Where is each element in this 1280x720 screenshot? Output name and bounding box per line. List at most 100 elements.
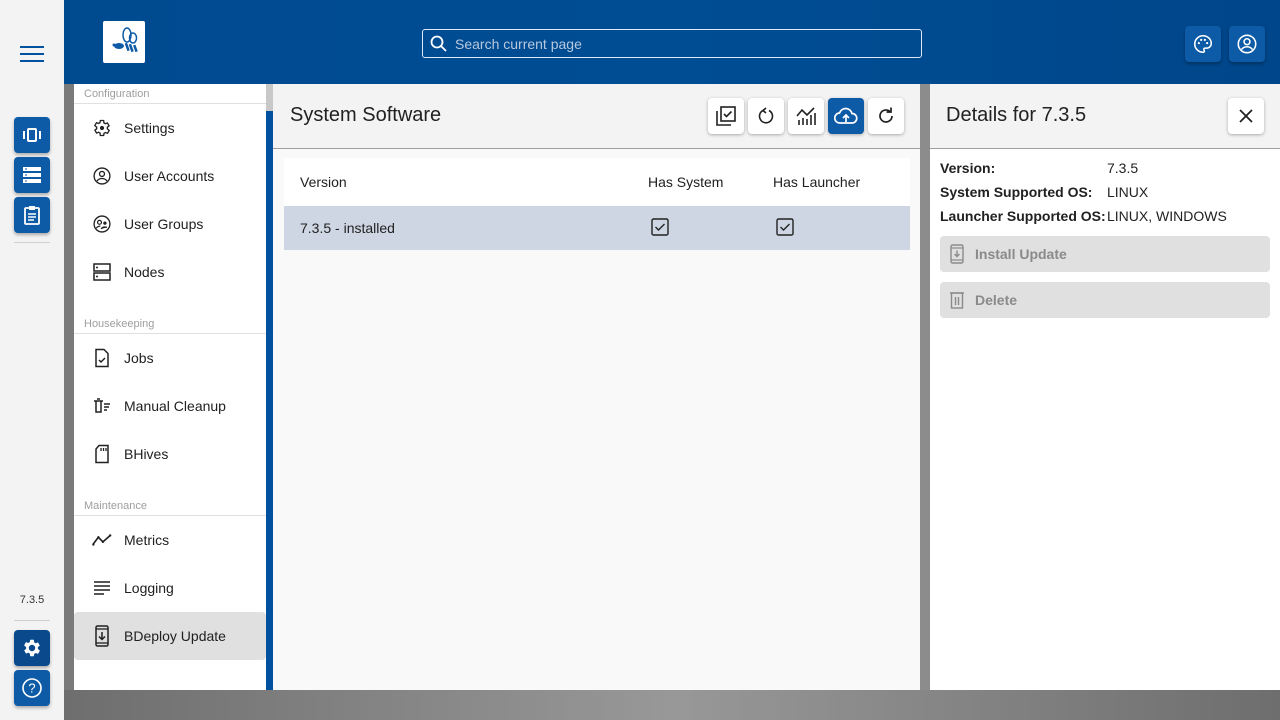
cell-has-system [648, 217, 773, 239]
task-icon [92, 348, 112, 368]
nodes-icon [92, 262, 112, 282]
nav-item-label: Metrics [124, 532, 170, 548]
scrollbar-thumb[interactable] [266, 84, 273, 111]
upload-cloud-icon [834, 107, 858, 124]
backdrop-bottom [64, 690, 1280, 720]
detail-label: System Supported OS: [940, 184, 1093, 200]
system-update-icon [949, 244, 967, 264]
logging-icon [92, 578, 112, 598]
nav-item-label: User Groups [124, 216, 204, 232]
install-update-button[interactable]: Install Update [940, 236, 1270, 272]
left-rail: 7.3.5 ? [0, 0, 64, 720]
versions-table: Version Has System Has Launcher 7.3.5 - … [284, 158, 910, 250]
nav-item-bdeploy-update[interactable]: BDeploy Update [74, 612, 266, 660]
detail-value: 7.3.5 [1107, 160, 1139, 176]
admin-nav: Configuration Settings User Accounts Use… [74, 84, 266, 690]
nav-item-label: Nodes [124, 264, 165, 280]
metrics-icon [796, 107, 816, 125]
nav-item-logging[interactable]: Logging [74, 564, 266, 612]
nav-item-bhives[interactable]: BHives [74, 430, 266, 478]
nav-item-metrics[interactable]: Metrics [74, 516, 266, 564]
select-multiple-button[interactable] [708, 98, 744, 134]
delete-icon [949, 290, 967, 310]
account-button[interactable] [1229, 26, 1265, 62]
detail-value: LINUX [1107, 184, 1149, 200]
nav-group-maintenance: Maintenance [74, 496, 266, 516]
detail-system-os: System Supported OS: LINUX [940, 184, 1148, 200]
detail-label: Version: [940, 160, 996, 176]
page-title: System Software [290, 104, 442, 126]
search-icon [430, 35, 447, 52]
palette-icon [1194, 34, 1213, 54]
checkbox-checked-icon [651, 217, 669, 236]
rail-help-button[interactable]: ? [14, 670, 50, 706]
list-icon [23, 167, 41, 183]
main-panel: System Software Version Has System Has L… [273, 84, 920, 690]
search-box[interactable] [422, 29, 922, 58]
nav-item-label: Jobs [124, 350, 154, 366]
rail-instances-button[interactable] [14, 117, 50, 153]
details-title: Details for 7.3.5 [946, 104, 1087, 126]
gear-icon [24, 639, 40, 657]
nav-item-settings[interactable]: Settings [74, 104, 266, 152]
nav-scrollbar[interactable] [266, 84, 273, 690]
theme-button[interactable] [1185, 26, 1221, 62]
column-header-version[interactable]: Version [284, 174, 648, 190]
panel-separator [920, 84, 930, 690]
hamburger-menu-button[interactable] [16, 38, 48, 70]
detail-version: Version: 7.3.5 [940, 160, 1138, 176]
refresh-button[interactable] [868, 98, 904, 134]
nav-item-nodes[interactable]: Nodes [74, 248, 266, 296]
column-header-has-launcher[interactable]: Has Launcher [773, 174, 898, 190]
help-icon: ? [22, 678, 42, 698]
group-icon [92, 214, 112, 234]
close-details-button[interactable] [1228, 98, 1264, 134]
cell-has-launcher [773, 217, 898, 239]
nav-item-label: BHives [124, 446, 169, 462]
clipboard-icon [24, 206, 40, 225]
metrics-icon [92, 530, 112, 550]
detail-launcher-os: Launcher Supported OS: LINUX, WINDOWS [940, 208, 1227, 224]
cleanup-icon [92, 396, 112, 416]
account-circle-icon [1237, 34, 1257, 54]
table-header: Version Has System Has Launcher [284, 158, 910, 206]
close-icon [1239, 109, 1253, 123]
install-update-label: Install Update [975, 246, 1067, 262]
restart-icon [758, 107, 774, 124]
refresh-icon [879, 107, 893, 123]
rail-list-button[interactable] [14, 157, 50, 193]
nav-item-label: Manual Cleanup [124, 398, 226, 414]
upload-button[interactable] [828, 98, 864, 134]
detail-label: Launcher Supported OS: [940, 208, 1106, 224]
nav-item-user-accounts[interactable]: User Accounts [74, 152, 266, 200]
svg-text:?: ? [28, 681, 35, 696]
rail-clipboard-button[interactable] [14, 197, 50, 233]
nav-item-label: Settings [124, 120, 175, 136]
rail-divider [14, 620, 50, 621]
cell-version: 7.3.5 - installed [300, 220, 395, 236]
details-panel: Details for 7.3.5 Version: 7.3.5 System … [930, 84, 1280, 690]
column-header-has-system[interactable]: Has System [648, 174, 773, 190]
rail-settings-button[interactable] [14, 630, 50, 666]
nav-item-jobs[interactable]: Jobs [74, 334, 266, 382]
search-input[interactable] [449, 30, 921, 57]
nav-group-housekeeping: Housekeeping [74, 314, 266, 334]
sd-card-icon [92, 444, 112, 464]
rail-divider [14, 242, 50, 243]
system-update-icon [92, 625, 112, 647]
app-header [64, 0, 1280, 84]
delete-button[interactable]: Delete [940, 282, 1270, 318]
nav-group-configuration: Configuration [74, 84, 266, 104]
nav-item-label: User Accounts [124, 168, 215, 184]
instances-icon [23, 128, 41, 142]
select-multiple-icon [716, 106, 736, 126]
restart-button[interactable] [748, 98, 784, 134]
app-logo[interactable] [103, 21, 145, 63]
nav-item-label: BDeploy Update [124, 628, 226, 644]
nav-item-user-groups[interactable]: User Groups [74, 200, 266, 248]
metrics-button[interactable] [788, 98, 824, 134]
nav-item-manual-cleanup[interactable]: Manual Cleanup [74, 382, 266, 430]
table-row[interactable]: 7.3.5 - installed [284, 206, 910, 250]
delete-label: Delete [975, 292, 1018, 308]
gear-icon [92, 118, 112, 138]
